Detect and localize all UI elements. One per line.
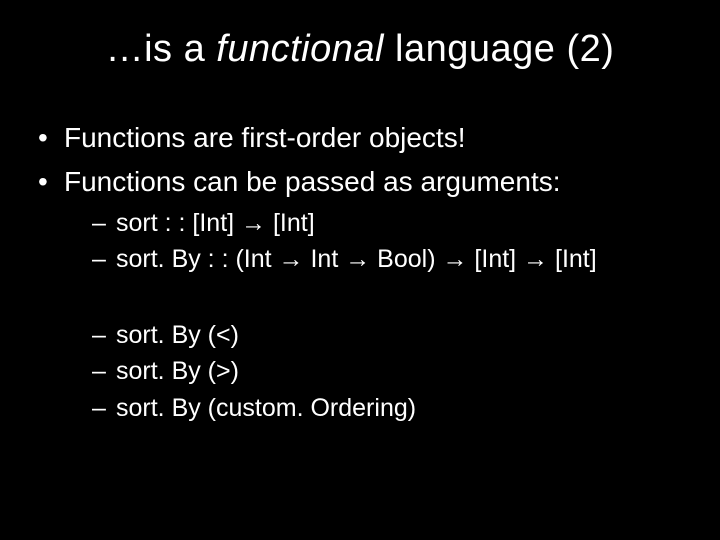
sub-bullet-item: sort. By (custom. Ordering) [92, 390, 684, 426]
bullet-text: Functions can be passed as arguments: [64, 166, 561, 197]
slide-body: Functions are first-order objects! Funct… [0, 119, 720, 426]
spacer [64, 277, 684, 313]
sub-bullet-list: sort : : [Int] → [Int] sort. By : : (Int… [64, 205, 684, 278]
title-prefix: …is a [106, 28, 217, 70]
slide-title: …is a functional language (2) [0, 28, 720, 71]
sub-bullet-list: sort. By (<) sort. By (>) sort. By (cust… [64, 317, 684, 426]
sub-bullet-item: sort. By (<) [92, 317, 684, 353]
sub-bullet-item: sort. By : : (Int → Int → Bool) → [Int] … [92, 241, 684, 277]
title-suffix: language (2) [384, 28, 614, 70]
bullet-list: Functions are first-order objects! Funct… [36, 119, 684, 426]
bullet-item: Functions are first-order objects! [36, 119, 684, 157]
sub-bullet-item: sort. By (>) [92, 353, 684, 389]
bullet-item: Functions can be passed as arguments: so… [36, 163, 684, 426]
slide: …is a functional language (2) Functions … [0, 28, 720, 540]
title-emphasis: functional [216, 28, 384, 70]
sub-bullet-item: sort : : [Int] → [Int] [92, 205, 684, 241]
